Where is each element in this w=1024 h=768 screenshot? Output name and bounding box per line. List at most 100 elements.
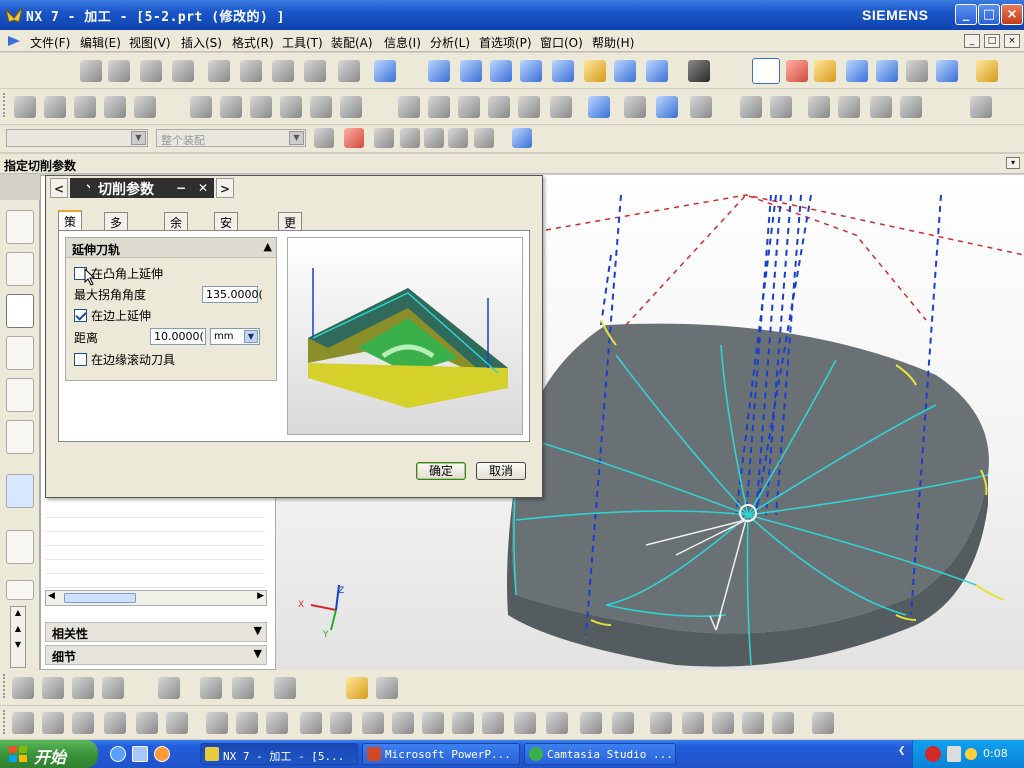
operation-navigator-tab[interactable] bbox=[6, 210, 34, 244]
menu-analysis[interactable]: 分析(L) bbox=[430, 34, 470, 51]
scroll-up-icon[interactable]: ▲ bbox=[11, 607, 25, 619]
start-button[interactable]: 开始 bbox=[0, 740, 98, 768]
generate-toolpath-icon[interactable] bbox=[846, 60, 868, 82]
roles-tab[interactable] bbox=[6, 580, 34, 600]
angular-dimension-icon[interactable] bbox=[580, 712, 602, 734]
make-perpendicular-icon[interactable] bbox=[514, 712, 536, 734]
rotate-icon[interactable] bbox=[552, 60, 574, 82]
tray-record-icon[interactable] bbox=[925, 746, 941, 762]
move-face-icon[interactable] bbox=[12, 712, 34, 734]
generate-icon[interactable] bbox=[398, 96, 420, 118]
maximize-button[interactable]: □ bbox=[978, 4, 1000, 25]
max-angle-field[interactable]: 135.0000( bbox=[202, 286, 263, 303]
body-rule-icon[interactable] bbox=[448, 128, 468, 148]
method-view-icon[interactable] bbox=[838, 96, 860, 118]
general-selection-icon[interactable] bbox=[314, 128, 334, 148]
doc-restore-button[interactable]: □ bbox=[984, 34, 1000, 48]
revolve-icon[interactable] bbox=[42, 677, 64, 699]
scroll-up2-icon[interactable]: ▲ bbox=[11, 623, 25, 635]
postprocess-icon[interactable] bbox=[518, 96, 540, 118]
feature-rule-icon[interactable] bbox=[424, 128, 444, 148]
close-button[interactable]: × bbox=[1001, 4, 1023, 25]
cross-section-icon[interactable] bbox=[650, 712, 672, 734]
mirror-face-icon[interactable] bbox=[300, 712, 322, 734]
delete-face-icon[interactable] bbox=[166, 712, 188, 734]
list-item[interactable] bbox=[45, 518, 265, 532]
command-finder-icon[interactable] bbox=[374, 60, 396, 82]
verify-toolpath-icon[interactable] bbox=[936, 60, 958, 82]
menu-preferences[interactable]: 首选项(P) bbox=[479, 34, 532, 51]
print-icon[interactable] bbox=[172, 60, 194, 82]
local-scale-icon[interactable] bbox=[712, 712, 734, 734]
create-geometry-icon[interactable] bbox=[74, 96, 96, 118]
transform-icon[interactable] bbox=[624, 96, 646, 118]
task-powerpoint[interactable]: Microsoft PowerP... bbox=[362, 743, 520, 765]
delete-icon[interactable] bbox=[304, 60, 326, 82]
pattern-face-icon[interactable] bbox=[330, 712, 352, 734]
list-item[interactable] bbox=[45, 504, 265, 518]
resource-scroll[interactable]: ▲ ▲ ▼ bbox=[10, 606, 26, 668]
tab-more[interactable]: 更多 bbox=[278, 212, 303, 247]
extend-edge-checkbox[interactable] bbox=[74, 309, 87, 322]
cut-face-icon[interactable] bbox=[236, 712, 258, 734]
tray-network-icon[interactable] bbox=[965, 748, 977, 760]
tab-stock[interactable]: 余量 bbox=[164, 212, 189, 247]
web-browser-tab[interactable] bbox=[6, 530, 34, 564]
navigator-hscroll[interactable]: ◀ ▶ bbox=[45, 590, 267, 606]
point-icon[interactable] bbox=[232, 677, 254, 699]
ok-button[interactable]: 确定 bbox=[416, 462, 466, 480]
list-item[interactable] bbox=[45, 560, 265, 574]
tray-expand-icon[interactable]: ❮ bbox=[898, 746, 908, 762]
tray-volume-icon[interactable] bbox=[947, 746, 961, 762]
replace-blend-icon[interactable] bbox=[772, 712, 794, 734]
menu-view[interactable]: 视图(V) bbox=[129, 34, 171, 51]
make-symmetric-icon[interactable] bbox=[452, 712, 474, 734]
scope-combo[interactable]: 整个装配 ▼ bbox=[156, 129, 306, 147]
list-item[interactable] bbox=[45, 532, 265, 546]
chevron-up-icon[interactable]: ▲ bbox=[264, 240, 272, 253]
rename-icon[interactable] bbox=[340, 96, 362, 118]
select-icon[interactable] bbox=[906, 60, 928, 82]
quicklaunch-media-icon[interactable] bbox=[154, 746, 170, 762]
information-tab[interactable] bbox=[6, 474, 34, 508]
make-parallel-icon[interactable] bbox=[482, 712, 504, 734]
quicklaunch-ie-icon[interactable] bbox=[110, 746, 126, 762]
shop-doc-icon[interactable] bbox=[550, 96, 572, 118]
task-camtasia[interactable]: Camtasia Studio ... bbox=[524, 743, 676, 765]
trim-body-icon[interactable] bbox=[346, 677, 368, 699]
boss-icon[interactable] bbox=[102, 677, 124, 699]
scroll-left-icon[interactable]: ◀ bbox=[48, 591, 55, 601]
chamfer-icon[interactable] bbox=[200, 677, 222, 699]
face-rule-icon[interactable] bbox=[400, 128, 420, 148]
machine-tool-icon[interactable] bbox=[588, 96, 610, 118]
snap-point-icon[interactable] bbox=[344, 128, 364, 148]
machine-tool-view-icon[interactable] bbox=[770, 96, 792, 118]
save-icon[interactable] bbox=[140, 60, 162, 82]
copy-object-icon[interactable] bbox=[250, 96, 272, 118]
create-operation-icon[interactable] bbox=[134, 96, 156, 118]
distance-unit-select[interactable]: mm ▼ bbox=[210, 328, 260, 345]
menu-tools[interactable]: 工具(T) bbox=[282, 34, 323, 51]
list-toolpath-icon[interactable] bbox=[458, 96, 480, 118]
minimize-button[interactable]: _ bbox=[955, 4, 977, 25]
replay-icon[interactable] bbox=[428, 96, 450, 118]
menu-help[interactable]: 帮助(H) bbox=[592, 34, 634, 51]
distance-field[interactable]: 10.0000( bbox=[150, 328, 206, 345]
dialog-back-icon[interactable]: < bbox=[50, 178, 68, 198]
selection-mode-icon[interactable] bbox=[474, 128, 494, 148]
linear-dimension-icon[interactable] bbox=[546, 712, 568, 734]
tab-multiple-passes[interactable]: 多条刀路 bbox=[104, 212, 129, 281]
zoom-area-icon[interactable] bbox=[490, 60, 512, 82]
cancel-button[interactable]: 取消 bbox=[476, 462, 526, 480]
information-icon[interactable] bbox=[656, 96, 678, 118]
tool-icon[interactable] bbox=[814, 60, 836, 82]
list-item[interactable] bbox=[45, 546, 265, 560]
geometry-view-icon[interactable] bbox=[808, 96, 830, 118]
program-order-view-icon[interactable] bbox=[740, 96, 762, 118]
menu-insert[interactable]: 插入(S) bbox=[181, 34, 222, 51]
resize-blend-icon[interactable] bbox=[136, 712, 158, 734]
roll-tool-checkbox[interactable] bbox=[74, 353, 87, 366]
cut-icon[interactable] bbox=[208, 60, 230, 82]
offset-region-icon[interactable] bbox=[72, 712, 94, 734]
show-icon[interactable] bbox=[900, 96, 922, 118]
